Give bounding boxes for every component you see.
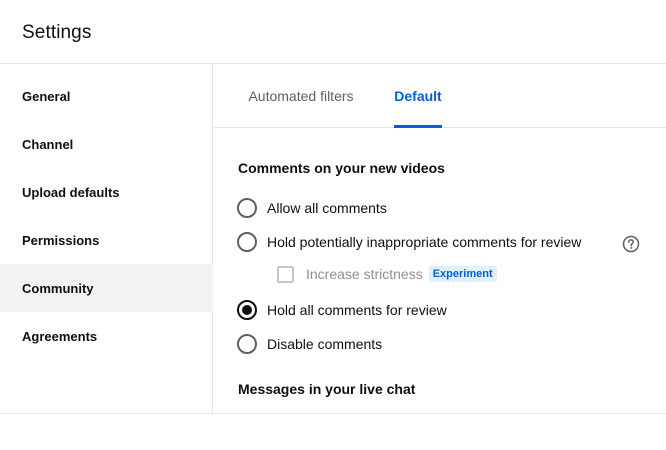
radio-disable-comments[interactable]: Disable comments <box>237 333 382 355</box>
tab-bar: Automated filters Default <box>214 64 666 128</box>
radio-button[interactable] <box>237 198 257 218</box>
live-chat-section-heading: Messages in your live chat <box>238 381 416 397</box>
dialog-footer <box>0 413 666 450</box>
page-title: Settings <box>22 22 92 43</box>
radio-hold-inappropriate[interactable]: Hold potentially inappropriate comments … <box>237 231 581 253</box>
sidebar-item-agreements[interactable]: Agreements <box>0 312 213 360</box>
sidebar-item-channel[interactable]: Channel <box>0 120 213 168</box>
sidebar-item-community[interactable]: Community <box>0 264 213 312</box>
sidebar-item-upload-defaults[interactable]: Upload defaults <box>0 168 213 216</box>
settings-header: Settings <box>0 0 666 64</box>
settings-sidebar: General Channel Upload defaults Permissi… <box>0 64 213 413</box>
experiment-badge: Experiment <box>428 266 497 282</box>
radio-button[interactable] <box>237 334 257 354</box>
tab-automated-filters[interactable]: Automated filters <box>246 64 356 127</box>
increase-strictness-checkbox[interactable] <box>277 265 294 283</box>
sidebar-item-general[interactable]: General <box>0 72 213 120</box>
increase-strictness-row: Increase strictness Experiment <box>277 264 497 284</box>
radio-label: Allow all comments <box>267 200 387 216</box>
increase-strictness-label: Increase strictness <box>306 266 423 282</box>
radio-button[interactable] <box>237 232 257 252</box>
radio-allow-all-comments[interactable]: Allow all comments <box>237 197 387 219</box>
radio-label: Hold potentially inappropriate comments … <box>267 234 582 250</box>
radio-label: Disable comments <box>267 336 383 352</box>
settings-content: Automated filters Default Comments on yo… <box>214 64 666 413</box>
radio-button-selected[interactable] <box>237 300 257 320</box>
radio-hold-all-comments[interactable]: Hold all comments for review <box>237 299 447 321</box>
tab-default[interactable]: Default <box>394 64 442 127</box>
comments-section-heading: Comments on your new videos <box>238 160 445 176</box>
radio-label: Hold all comments for review <box>267 302 447 318</box>
help-circle-icon[interactable] <box>622 235 640 253</box>
active-tab-indicator <box>394 125 442 128</box>
sidebar-item-permissions[interactable]: Permissions <box>0 216 213 264</box>
